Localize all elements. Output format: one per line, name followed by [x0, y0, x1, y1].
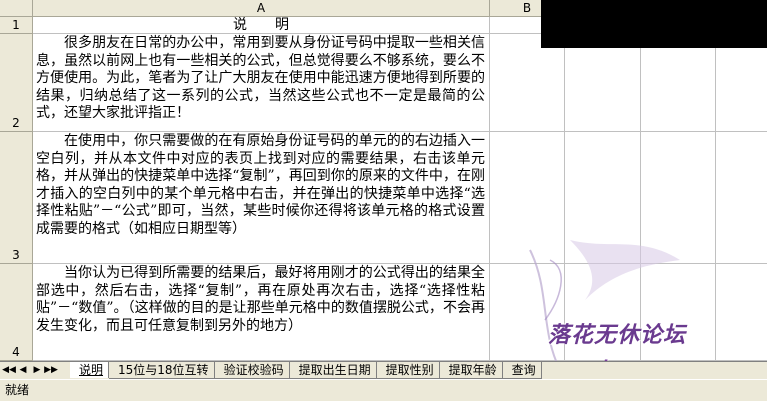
- cell-a3[interactable]: 在使用中，你只需要做的在有原始身份证号码的单元的的右边插入一空白列，并从本文件中…: [33, 132, 490, 264]
- redaction-box: [541, 0, 767, 48]
- tab-verify-checksum[interactable]: 验证校验码: [214, 362, 290, 379]
- cell-a2-text: 很多朋友在日常的办公中，常用到要从身份证号码中提取一些相关信息，虽然以前网上也有…: [36, 35, 485, 122]
- row-header-1[interactable]: 1: [0, 17, 33, 34]
- cell-a3-text: 在使用中，你只需要做的在有原始身份证号码的单元的的右边插入一空白列，并从本文件中…: [36, 133, 485, 237]
- cell-c2[interactable]: [565, 34, 767, 132]
- row-header-3[interactable]: 3: [0, 132, 33, 264]
- sheet-tabs: 说明 15位与18位互转 验证校验码 提取出生日期 提取性别 提取年龄 查询: [70, 362, 542, 379]
- cell-c3[interactable]: [565, 132, 767, 264]
- tab-nav-buttons: ◀◀ ◀ ▶ ▶▶: [2, 363, 58, 378]
- first-sheet-button[interactable]: ◀◀: [2, 363, 16, 378]
- cell-a4[interactable]: 当你认为已得到所需要的结果后，最好将用刚才的公式得出的结果全部选中，然后右击，选…: [33, 264, 490, 361]
- sheet-tab-bar: ◀◀ ◀ ▶ ▶▶ 说明 15位与18位互转 验证校验码 提取出生日期 提取性别…: [0, 361, 767, 379]
- prev-sheet-button[interactable]: ◀: [16, 363, 30, 378]
- tab-query[interactable]: 查询: [502, 362, 542, 379]
- cell-a1[interactable]: 说 明: [33, 17, 490, 34]
- tab-extract-birthdate[interactable]: 提取出生日期: [289, 362, 377, 379]
- gridline: [715, 17, 716, 361]
- cell-b2[interactable]: [490, 34, 565, 132]
- row-header-4[interactable]: 4: [0, 264, 33, 361]
- cell-b3[interactable]: [490, 132, 565, 264]
- cell-a4-text: 当你认为已得到所需要的结果后，最好将用刚才的公式得出的结果全部选中，然后右击，选…: [36, 265, 485, 334]
- select-all-corner[interactable]: [0, 0, 33, 17]
- row-header-2[interactable]: 2: [0, 34, 33, 132]
- cell-a1-text: 说 明: [233, 17, 289, 33]
- column-header-a[interactable]: A: [33, 0, 490, 17]
- tab-shuoming[interactable]: 说明: [70, 362, 110, 378]
- next-sheet-button[interactable]: ▶: [30, 363, 44, 378]
- status-bar: 就绪: [0, 379, 767, 401]
- last-sheet-button[interactable]: ▶▶: [44, 363, 58, 378]
- cell-a2[interactable]: 很多朋友在日常的办公中，常用到要从身份证号码中提取一些相关信息，虽然以前网上也有…: [33, 34, 490, 132]
- tab-15-18-convert[interactable]: 15位与18位互转: [109, 362, 215, 379]
- gridline: [640, 17, 641, 361]
- tab-extract-age[interactable]: 提取年龄: [439, 362, 503, 379]
- watermark-text: 落花无休论坛: [548, 323, 687, 348]
- tab-extract-gender[interactable]: 提取性别: [376, 362, 440, 379]
